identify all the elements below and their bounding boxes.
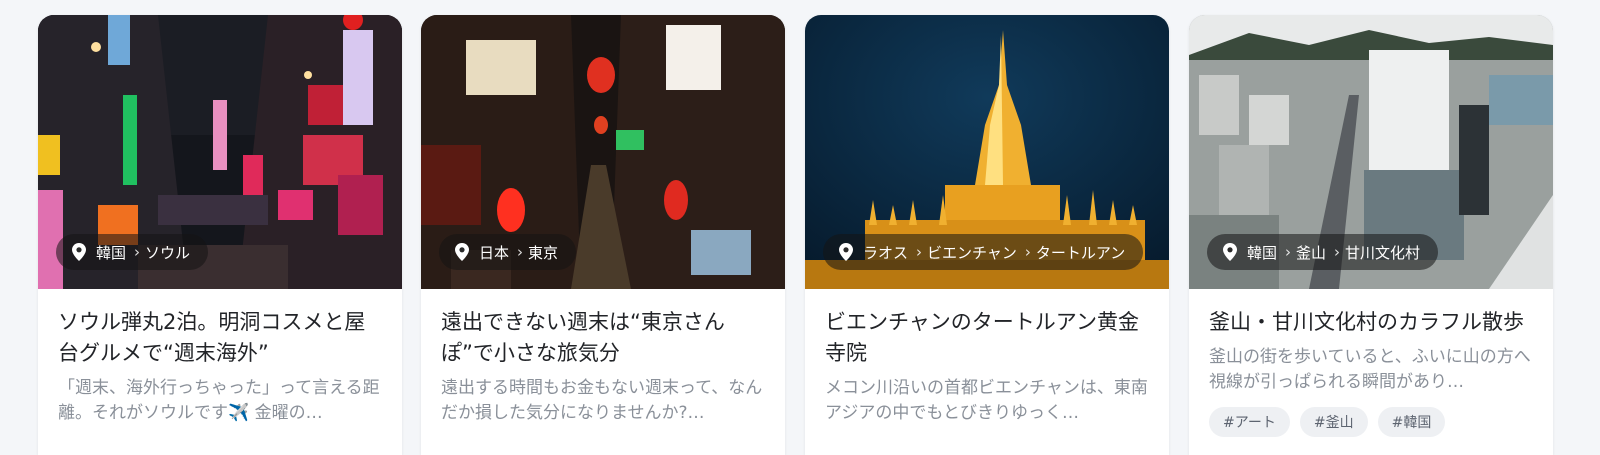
location-spot: タートルアン <box>1035 243 1126 262</box>
breadcrumb-separator: › <box>134 243 141 261</box>
card-description: 遠出する時間もお金もない週末って、なんだか損した気分になりませんか?… <box>441 378 763 423</box>
location-city: ソウル <box>145 243 191 262</box>
breadcrumb-separator: › <box>517 243 524 261</box>
location-spot: 甘川文化村 <box>1345 243 1421 262</box>
article-card-busan[interactable]: 韓国 › 釜山 › 甘川文化村 釜山・甘川文化村のカラフル散歩 釜山の街を歩いて… <box>1189 15 1553 455</box>
location-city: 釜山 <box>1296 243 1327 262</box>
card-photo[interactable]: 韓国 › ソウル <box>38 15 402 289</box>
card-title[interactable]: 遠出できない週末は“東京さんぽ”で小さな旅気分 <box>441 307 767 369</box>
location-country: 韓国 <box>1247 243 1278 262</box>
location-badge: ラオス › ビエンチャン › タートルアン <box>823 234 1144 270</box>
article-card-list: 韓国 › ソウル ソウル弾丸2泊。明洞コスメと屋台グルメで“週末海外” 「週末、… <box>38 15 1586 455</box>
breadcrumb-separator: › <box>1285 243 1292 261</box>
card-photo[interactable]: 日本 › 東京 <box>421 15 785 289</box>
tag-chip-busan[interactable]: #釜山 <box>1299 407 1368 437</box>
breadcrumb-separator: › <box>916 243 923 261</box>
article-card-vientiane[interactable]: ラオス › ビエンチャン › タートルアン ビエンチャンのタートルアン黄金寺院 … <box>805 15 1169 455</box>
location-pin-icon <box>839 243 853 261</box>
article-card-seoul[interactable]: 韓国 › ソウル ソウル弾丸2泊。明洞コスメと屋台グルメで“週末海外” 「週末、… <box>38 15 402 455</box>
location-badge: 韓国 › ソウル <box>56 234 209 270</box>
location-pin-icon <box>455 243 469 261</box>
location-pin-icon <box>1223 243 1237 261</box>
location-country: 日本 <box>479 243 510 262</box>
card-photo[interactable]: ラオス › ビエンチャン › タートルアン <box>805 15 1169 289</box>
location-city: 東京 <box>528 243 559 262</box>
location-badge: 日本 › 東京 <box>439 234 577 270</box>
card-title[interactable]: ソウル弾丸2泊。明洞コスメと屋台グルメで“週末海外” <box>58 307 384 369</box>
card-description: 「週末、海外行っちゃった」って言える距離。それがソウルです✈️ 金曜の… <box>58 378 380 423</box>
location-pin-icon <box>72 243 86 261</box>
location-city: ビエンチャン <box>927 243 1017 262</box>
tag-list: #アート #釜山 #韓国 <box>1209 407 1535 437</box>
card-description: メコン川沿いの首都ビエンチャンは、東南アジアの中でもとびきりゆっく… <box>825 378 1148 423</box>
breadcrumb-separator: › <box>1024 243 1031 261</box>
location-country: 韓国 <box>96 243 127 262</box>
tag-chip-korea[interactable]: #韓国 <box>1377 407 1446 437</box>
article-card-tokyo[interactable]: 日本 › 東京 遠出できない週末は“東京さんぽ”で小さな旅気分 遠出する時間もお… <box>421 15 785 455</box>
location-badge: 韓国 › 釜山 › 甘川文化村 <box>1207 234 1439 270</box>
card-description: 釜山の街を歩いていると、ふいに山の方へ視線が引っぱられる瞬間があり… <box>1209 347 1531 392</box>
location-country: ラオス <box>863 243 909 262</box>
card-title[interactable]: 釜山・甘川文化村のカラフル散歩 <box>1209 307 1535 338</box>
tag-chip-art[interactable]: #アート <box>1209 407 1290 437</box>
breadcrumb-separator: › <box>1334 243 1341 261</box>
card-photo[interactable]: 韓国 › 釜山 › 甘川文化村 <box>1189 15 1553 289</box>
card-title[interactable]: ビエンチャンのタートルアン黄金寺院 <box>825 307 1151 369</box>
